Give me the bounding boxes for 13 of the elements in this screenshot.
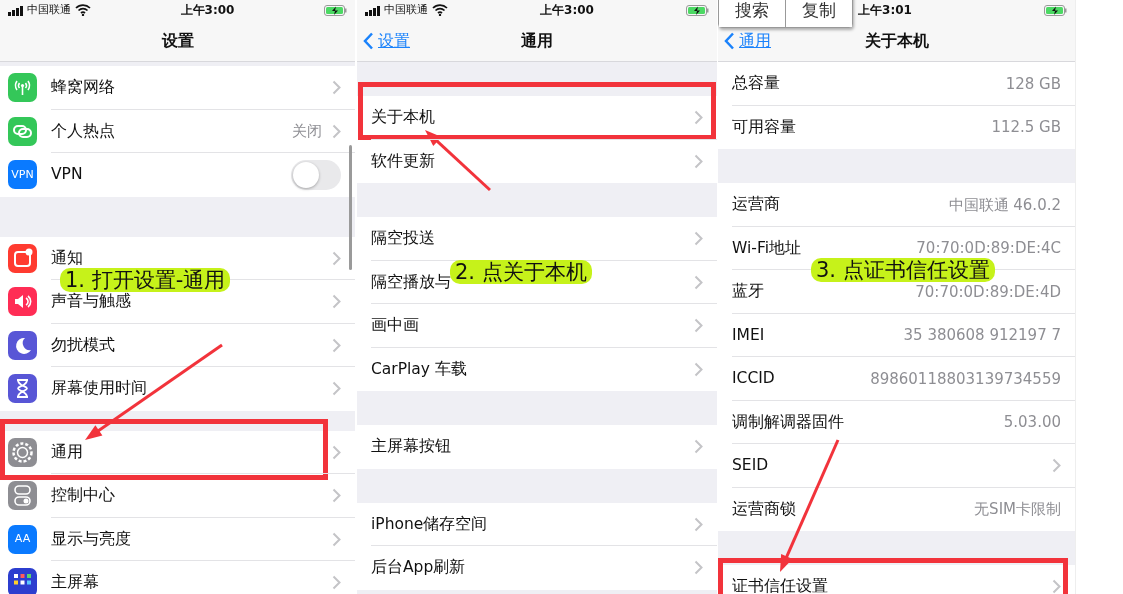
screen-title: 设置 (161, 29, 194, 52)
step-caption: 3. 点证书信任设置 (816, 258, 990, 282)
screen-title: 关于本机 (864, 29, 929, 52)
carrier-name: 中国联通 (384, 1, 428, 18)
app-icon: AA (8, 524, 37, 554)
app-icon: VPN (8, 160, 37, 190)
status-time: 上午3:01 (858, 2, 912, 19)
step-caption: 1. 打开设置-通用 (65, 268, 226, 292)
screen-title: 通用 (521, 29, 553, 52)
step-caption: 2. 点关于本机 (455, 260, 587, 284)
carrier-name: 中国联通 (27, 1, 71, 18)
status-time: 上午3:00 (540, 2, 594, 19)
status-time: 上午3:00 (180, 2, 235, 19)
